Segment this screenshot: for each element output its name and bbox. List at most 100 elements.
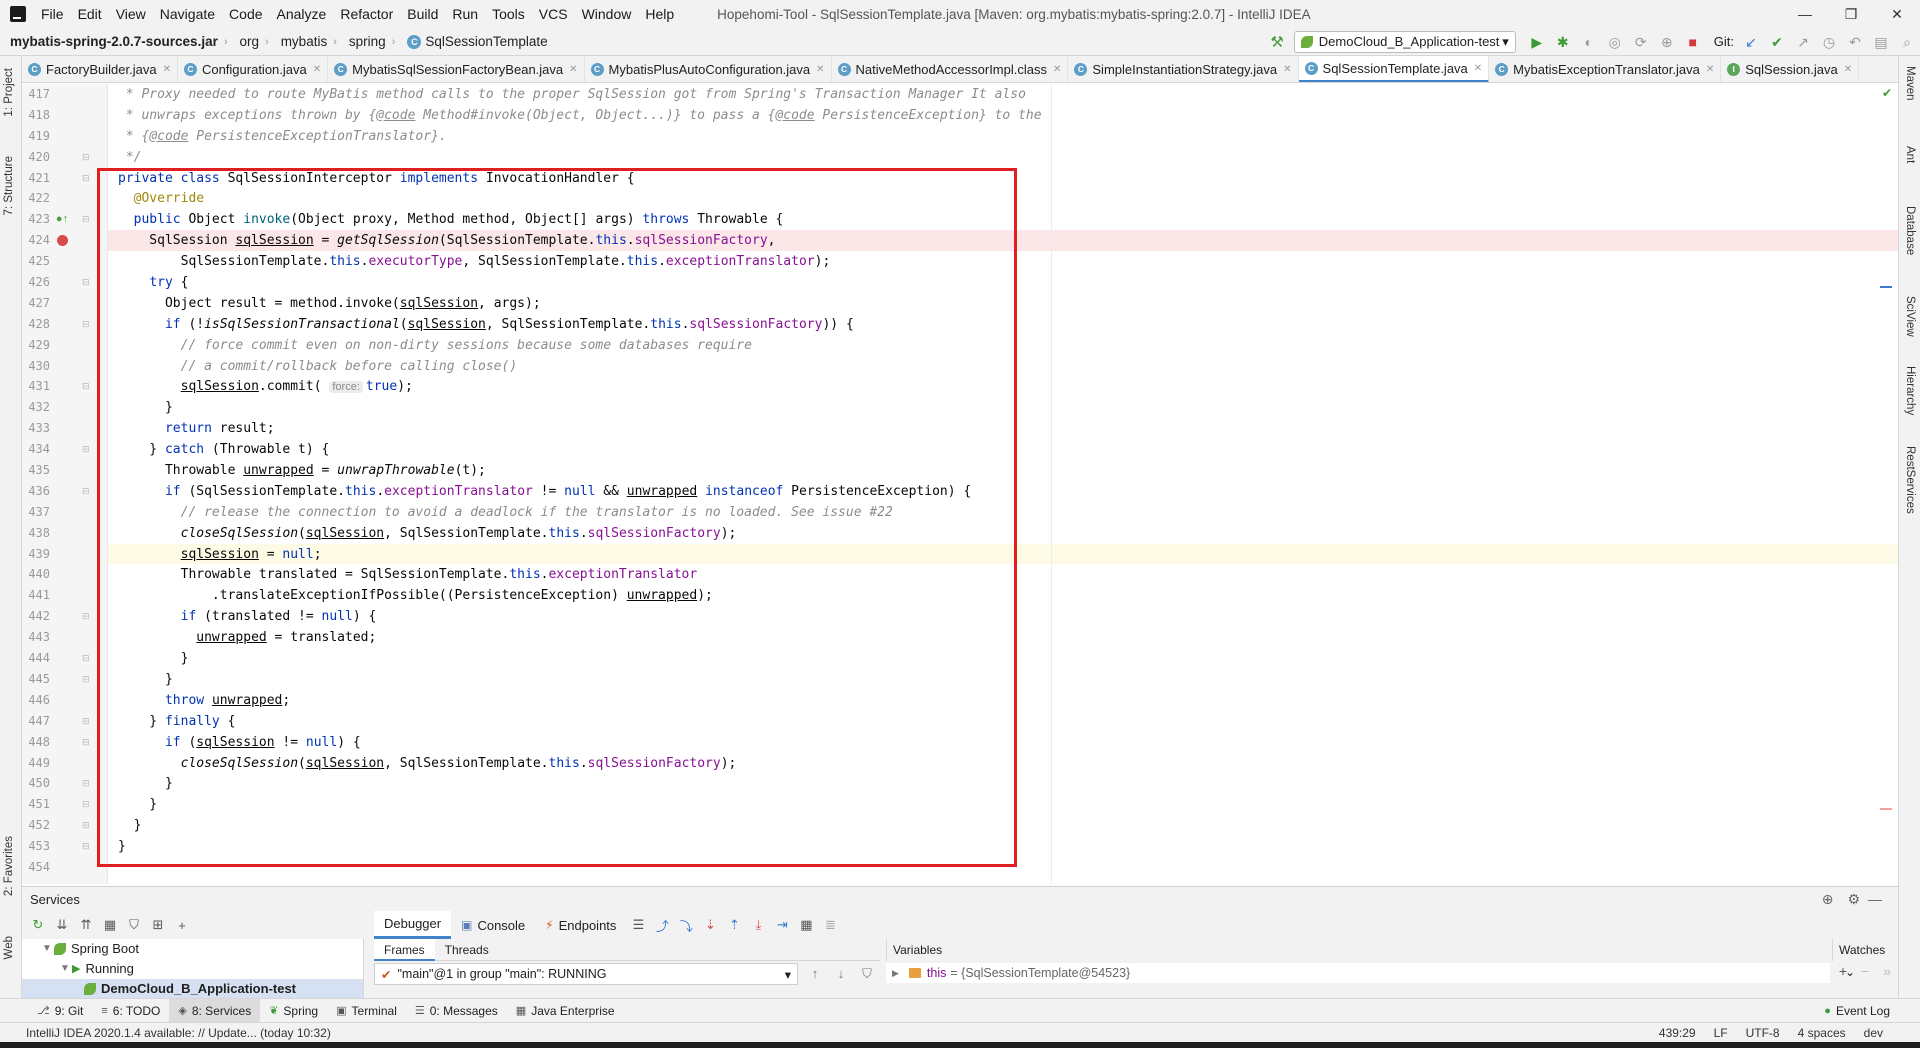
menu-vcs[interactable]: VCS bbox=[532, 0, 575, 28]
close-window-button[interactable]: ✕ bbox=[1874, 0, 1920, 28]
caret-position[interactable]: 439:29 bbox=[1650, 1026, 1705, 1040]
rerun-icon[interactable]: ↻ bbox=[26, 917, 50, 933]
tool-tab-hierarchy[interactable]: Hierarchy bbox=[1904, 366, 1916, 415]
profiler-icon[interactable]: ◎ bbox=[1602, 28, 1628, 56]
git-history-icon[interactable]: ◷ bbox=[1816, 28, 1842, 56]
git-rollback-icon[interactable]: ↶ bbox=[1842, 28, 1868, 56]
fold-marker-icon[interactable]: ⊟ bbox=[82, 648, 90, 669]
gear-icon[interactable]: ⚙ bbox=[1847, 891, 1860, 908]
fold-marker-icon[interactable]: ⊟ bbox=[82, 439, 90, 460]
trace-icon[interactable]: ≣ bbox=[818, 917, 842, 933]
fold-marker-icon[interactable]: ⊟ bbox=[82, 481, 90, 502]
step-out-icon[interactable]: ⇡ bbox=[722, 917, 746, 933]
fold-marker-icon[interactable]: ⊟ bbox=[82, 272, 90, 293]
tree-node-spring-boot[interactable]: ▼ Spring Boot bbox=[22, 939, 363, 959]
tool-tab-restservices[interactable]: RestServices bbox=[1904, 446, 1916, 514]
add-watch-icon[interactable]: + bbox=[1832, 963, 1854, 979]
tool-event-log[interactable]: ● Event Log bbox=[1815, 999, 1920, 1023]
breadcrumb-class[interactable]: C SqlSessionTemplate bbox=[397, 34, 551, 49]
filter-icon[interactable]: ⛉ bbox=[854, 963, 880, 985]
more-icon[interactable]: » bbox=[1876, 963, 1898, 979]
fold-marker-icon[interactable]: ⊟ bbox=[82, 209, 90, 230]
search-everywhere-icon[interactable]: ⌕ bbox=[1894, 28, 1920, 56]
menu-help[interactable]: Help bbox=[638, 0, 681, 28]
menu-window[interactable]: Window bbox=[575, 0, 639, 28]
coverage-icon[interactable]: ◐ bbox=[1576, 28, 1602, 56]
menu-tools[interactable]: Tools bbox=[485, 0, 532, 28]
editor-tab[interactable]: C FactoryBuilder.java ✕ bbox=[22, 56, 178, 82]
debug-icon[interactable]: ✱ bbox=[1550, 28, 1576, 56]
fold-marker-icon[interactable]: ⊟ bbox=[82, 168, 90, 189]
tab-debugger[interactable]: Debugger bbox=[374, 911, 452, 939]
arrow-down-icon[interactable]: ↓ bbox=[828, 963, 854, 985]
variable-row[interactable]: ▶ this = {SqlSessionTemplate@54523} bbox=[886, 963, 1830, 983]
scroll-marker[interactable] bbox=[1880, 808, 1892, 810]
close-tab-icon[interactable]: ✕ bbox=[1053, 64, 1061, 75]
remove-watch-icon[interactable]: − bbox=[1854, 963, 1876, 979]
close-tab-icon[interactable]: ✕ bbox=[313, 64, 321, 75]
tool-todo[interactable]: ≡ 6: TODO bbox=[92, 999, 169, 1023]
tool-git[interactable]: ⎇ 9: Git bbox=[28, 999, 92, 1023]
breadcrumb-spring[interactable]: spring bbox=[339, 34, 390, 49]
arrow-up-icon[interactable]: ↑ bbox=[802, 963, 828, 985]
filter-icon[interactable]: ⛉ bbox=[122, 917, 146, 933]
fold-marker-icon[interactable]: ⊟ bbox=[82, 711, 90, 732]
breakpoint-icon[interactable] bbox=[54, 230, 70, 254]
expand-all-icon[interactable]: ⇊ bbox=[50, 917, 74, 933]
menu-refactor[interactable]: Refactor bbox=[333, 0, 400, 28]
fold-marker-icon[interactable]: ⊟ bbox=[82, 836, 90, 857]
chevron-right-icon[interactable]: ▶ bbox=[892, 968, 899, 979]
run-configuration-select[interactable]: DemoCloud_B_Application-test ▾ bbox=[1293, 30, 1516, 53]
close-tab-icon[interactable]: ✕ bbox=[1474, 63, 1482, 74]
tab-console[interactable]: ▣ Console bbox=[451, 911, 535, 939]
menu-edit[interactable]: Edit bbox=[71, 0, 109, 28]
attach-icon[interactable]: ⊕ bbox=[1654, 28, 1680, 56]
inspection-ok-icon[interactable]: ✔ bbox=[1882, 86, 1892, 100]
editor-tab[interactable]: C NativeMethodAccessorImpl.class ✕ bbox=[832, 56, 1069, 82]
tool-messages[interactable]: ☰ 0: Messages bbox=[406, 999, 507, 1023]
tool-tab-sciview[interactable]: SciView bbox=[1904, 296, 1916, 337]
tool-tab-favorites[interactable]: 2: Favorites bbox=[3, 836, 15, 896]
close-tab-icon[interactable]: ✕ bbox=[569, 64, 577, 75]
project-structure-icon[interactable]: ▤ bbox=[1868, 28, 1894, 56]
code-area[interactable]: * Proxy needed to route MyBatis method c… bbox=[28, 84, 1898, 884]
stop-icon[interactable]: ■ bbox=[1680, 28, 1706, 56]
group-by-icon[interactable]: ▦ bbox=[98, 917, 122, 933]
implements-method-icon[interactable]: ●↑ bbox=[54, 209, 70, 230]
tool-terminal[interactable]: ▣ Terminal bbox=[327, 999, 406, 1023]
tool-tab-maven[interactable]: Maven bbox=[1904, 66, 1916, 101]
close-tab-icon[interactable]: ✕ bbox=[1844, 64, 1852, 75]
evaluate-expression-icon[interactable]: ▦ bbox=[794, 917, 818, 933]
status-message[interactable]: IntelliJ IDEA 2020.1.4 available: // Upd… bbox=[0, 1026, 331, 1040]
tab-threads[interactable]: Threads bbox=[435, 939, 499, 961]
chevron-down-icon[interactable]: ▼ bbox=[40, 939, 54, 959]
menu-view[interactable]: View bbox=[109, 0, 153, 28]
fold-marker-icon[interactable]: ⊟ bbox=[82, 773, 90, 794]
editor-tab[interactable]: I SqlSession.java ✕ bbox=[1721, 56, 1860, 82]
close-tab-icon[interactable]: ✕ bbox=[163, 64, 171, 75]
menu-icon[interactable]: ☰ bbox=[626, 917, 650, 933]
fold-marker-icon[interactable]: ⊟ bbox=[82, 669, 90, 690]
menu-file[interactable]: File bbox=[34, 0, 71, 28]
git-update-icon[interactable]: ↙ bbox=[1738, 28, 1764, 56]
tool-tab-web[interactable]: Web bbox=[3, 936, 15, 959]
fold-marker-icon[interactable]: ⊟ bbox=[82, 376, 90, 397]
tool-tab-database[interactable]: Database bbox=[1904, 206, 1916, 255]
breadcrumb-org[interactable]: org bbox=[230, 34, 264, 49]
menu-navigate[interactable]: Navigate bbox=[153, 0, 222, 28]
git-commit-icon[interactable]: ✔ bbox=[1764, 28, 1790, 56]
breadcrumb-mybatis[interactable]: mybatis bbox=[271, 34, 332, 49]
fold-marker-icon[interactable]: ⊟ bbox=[82, 314, 90, 335]
editor-tab[interactable]: C MybatisExceptionTranslator.java ✕ bbox=[1489, 56, 1722, 82]
line-separator[interactable]: LF bbox=[1705, 1026, 1737, 1040]
fold-marker-icon[interactable]: ⊟ bbox=[82, 732, 90, 753]
editor-tab[interactable]: C SimpleInstantiationStrategy.java ✕ bbox=[1068, 56, 1299, 82]
close-tab-icon[interactable]: ✕ bbox=[1706, 64, 1714, 75]
run-to-cursor-icon[interactable]: ⇥ bbox=[770, 917, 794, 933]
scroll-marker[interactable] bbox=[1880, 286, 1892, 288]
show-execution-point-icon[interactable]: ⤴ bbox=[650, 916, 674, 935]
file-encoding[interactable]: UTF-8 bbox=[1737, 1026, 1789, 1040]
menu-code[interactable]: Code bbox=[222, 0, 269, 28]
build-icon[interactable]: ⟳ bbox=[1628, 28, 1654, 56]
new-tab-icon[interactable]: ⊞ bbox=[146, 917, 170, 933]
